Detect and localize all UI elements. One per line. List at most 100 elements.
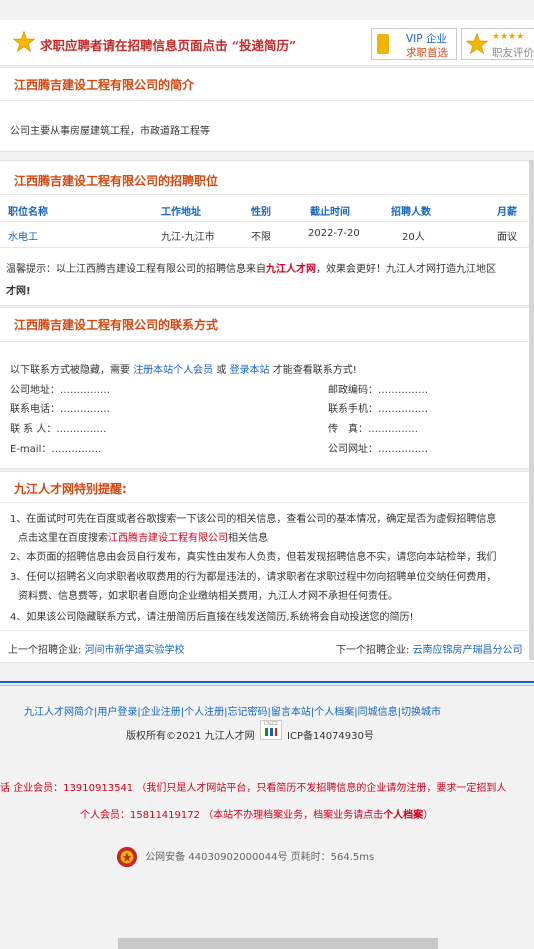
police-record: 公网安备 44030902000044号 页耗时：564.5ms [145, 852, 375, 863]
fax-label: 传 真： [328, 424, 368, 435]
register-link[interactable]: 注册本站个人会员 [133, 365, 213, 376]
contact-notice: 以下联系方式被隐藏，需要 注册本站个人会员 或 登录本站 才能查看联系方式! [10, 361, 357, 376]
footer-divider [0, 681, 534, 683]
website-label: 公司网址： [328, 444, 378, 455]
prev-label: 上一个招聘企业: [8, 645, 82, 656]
baidu-search-link[interactable]: 江西腾吉建设工程有限公司 [108, 533, 228, 544]
reminder-item-4: 4、如果该公司隐藏联系方式，请注册简历后直接在线发送简历,系统将会自动投送您的简… [10, 612, 414, 623]
col-header-count: 招聘人数 [391, 207, 431, 218]
website-value: …………… [378, 444, 428, 455]
footer-enterprise-prefix: 话 [0, 783, 10, 794]
col-header-deadline: 截止时间 [310, 207, 350, 218]
email-value: …………… [51, 444, 102, 455]
horizontal-scrollbar[interactable] [118, 938, 438, 949]
job-deadline: 2022-7-20 [308, 228, 360, 239]
website-row: 公司网址：…………… [328, 440, 428, 455]
fax-row: 传 真：…………… [328, 420, 418, 435]
next-company-link[interactable]: 云南应锦房产瑞昌分公司 [413, 645, 523, 656]
reminder-section: 九江人才网特别提醒: 1、在面试时可先在百度或者谷歌搜索一下该公司的相关信息，查… [0, 471, 534, 663]
vip-badge-line1: VIP 企业 [406, 33, 447, 45]
jobs-tip-line2: 才网! [6, 286, 31, 297]
intro-section: 江西腾吉建设工程有限公司的简介 公司主要从事房屋建筑工程，市政道路工程等 [0, 67, 534, 152]
person-label: 联 系 人： [10, 424, 57, 435]
footer-divider-thin [0, 685, 534, 686]
footer-links[interactable]: 九江人才网简介|用户登录|企业注册|个人注册|忘记密码|留言本站|个人档案|同城… [24, 703, 441, 718]
reminder-title: 九江人才网特别提醒: [14, 482, 127, 496]
footer-copyright: 版权所有©2021 九江人才网 [126, 731, 255, 742]
footer-personal-line: 个人会员：15811419172 （本站不办理档案业务，档案业务请点击个人档案） [80, 806, 433, 821]
rating-stars: ★★★★ [492, 32, 525, 42]
reminder-search-prefix: 点击这里在百度搜索 [18, 533, 108, 544]
personal-archive-link[interactable]: 个人档案 [383, 810, 423, 821]
police-badge-icon [116, 846, 138, 868]
next-label: 下一个招聘企业: [336, 645, 410, 656]
mobile-value: …………… [378, 404, 428, 415]
contact-notice-prefix: 以下联系方式被隐藏，需要 [10, 365, 130, 376]
footer-enterprise-line: 话 企业会员：13910913541 （我们只是人才网站平台，只看简历不发招聘信… [0, 779, 506, 794]
job-count: 20人 [402, 232, 425, 243]
col-header-salary: 月薪 [497, 207, 517, 218]
login-link[interactable]: 登录本站 [230, 365, 270, 376]
reminder-search-suffix: 相关信息 [228, 533, 268, 544]
vip-badge[interactable]: VIP 企业 求职首选 [371, 28, 457, 60]
medal-icon [377, 34, 389, 54]
reminder-item-3b: 资料费、信息费等，如求职者自愿向企业缴纳相关费用，九江人才网不承担任何责任。 [18, 591, 398, 602]
reminder-item-3: 3、任何以招聘名义向求职者收取费用的行为都是违法的，请求职者在求职过程中勿向招聘… [10, 572, 497, 583]
top-banner: 求职应聘者请在招聘信息页面点击 “投递简历” VIP 企业 求职首选 ★★★★ … [0, 20, 534, 66]
jobs-tip-suffix: ，效果会更好！九江人才网打造九江地区 [316, 264, 496, 275]
col-header-title: 职位名称 [8, 207, 48, 218]
reminder-item-2: 2、本页面的招聘信息由会员自行发布，真实性由发布人负责，但若发现招聘信息不实，请… [10, 552, 497, 563]
jobs-tip: 温馨提示：以上江西腾吉建设工程有限公司的招聘信息来自九江人才网，效果会更好！九江… [6, 260, 496, 275]
enterprise-note: （我们只是人才网站平台，只看简历不发招聘信息的企业请勿注册，要求一定招到人 [136, 783, 507, 794]
cnzz-icon[interactable]: CNZZ [259, 720, 282, 740]
vip-badge-line2: 求职首选 [406, 47, 448, 59]
contact-title: 江西腾吉建设工程有限公司的联系方式 [14, 318, 219, 332]
phone-value: …………… [60, 404, 110, 415]
personal-close: ） [423, 810, 434, 821]
person-row: 联 系 人：…………… [10, 420, 106, 435]
star-icon [13, 31, 35, 53]
address-row: 公司地址：…………… [10, 381, 110, 396]
reminder-item-1: 1、在面试时可先在百度或者谷歌搜索一下该公司的相关信息，查看公司的基本情况，确定… [10, 514, 497, 525]
email-label: E-mail： [10, 444, 52, 455]
col-header-location: 工作地址 [161, 207, 201, 218]
job-gender: 不限 [251, 232, 271, 243]
col-header-gender: 性别 [251, 207, 271, 218]
star-icon [466, 33, 488, 55]
address-label: 公司地址： [10, 385, 60, 396]
personal-note: （本站不办理档案业务，档案业务请点击 [203, 810, 384, 821]
rating-badge-line2: 职友评价 [492, 47, 534, 59]
intro-title: 江西腾吉建设工程有限公司的简介 [14, 78, 195, 92]
job-title-link[interactable]: 水电工 [8, 228, 38, 243]
jobs-title: 江西腾吉建设工程有限公司的招聘职位 [14, 174, 219, 188]
mobile-label: 联系手机： [328, 404, 378, 415]
postcode-label: 邮政编码： [328, 385, 378, 396]
job-salary: 面议 [497, 232, 517, 243]
rating-badge[interactable]: ★★★★ 职友评价 [461, 28, 534, 60]
contact-notice-or: 或 [216, 365, 227, 376]
phone-label: 联系电话： [10, 404, 60, 415]
prev-company-link[interactable]: 河间市新学道实验学校 [85, 645, 185, 656]
footer-copyright-row: 版权所有©2021 九江人才网 CNZZ ICP备14074930号 [126, 720, 374, 742]
cnzz-label: CNZZ [263, 721, 278, 727]
footer-icp[interactable]: ICP备14074930号 [287, 731, 374, 742]
job-location: 九江-九江市 [161, 232, 215, 243]
postcode-row: 邮政编码：…………… [328, 381, 428, 396]
phone-row: 联系电话：…………… [10, 400, 110, 415]
fax-value: …………… [368, 424, 418, 435]
jobs-tip-prefix: 温馨提示：以上江西腾吉建设工程有限公司的招聘信息来自 [6, 264, 266, 275]
next-company: 下一个招聘企业: 云南应锦房产瑞昌分公司 [336, 641, 523, 656]
police-row: 公网安备 44030902000044号 页耗时：564.5ms [116, 846, 374, 868]
contact-section: 江西腾吉建设工程有限公司的联系方式 以下联系方式被隐藏，需要 注册本站个人会员 … [0, 307, 534, 469]
email-row: E-mail：…………… [10, 440, 101, 455]
prev-company: 上一个招聘企业: 河间市新学道实验学校 [8, 641, 185, 656]
intro-text: 公司主要从事房屋建筑工程，市政道路工程等 [10, 126, 210, 137]
vertical-scrollbar[interactable] [529, 160, 534, 660]
enterprise-hotline: 企业会员：13910913541 [13, 783, 134, 794]
mobile-row: 联系手机：…………… [328, 400, 428, 415]
banner-slogan: 求职应聘者请在招聘信息页面点击 “投递简历” [40, 38, 297, 53]
address-value: …………… [60, 385, 110, 396]
contact-notice-suffix: 才能查看联系方式! [272, 365, 357, 376]
postcode-value: …………… [378, 385, 428, 396]
jobs-tip-site[interactable]: 九江人才网 [266, 264, 316, 275]
